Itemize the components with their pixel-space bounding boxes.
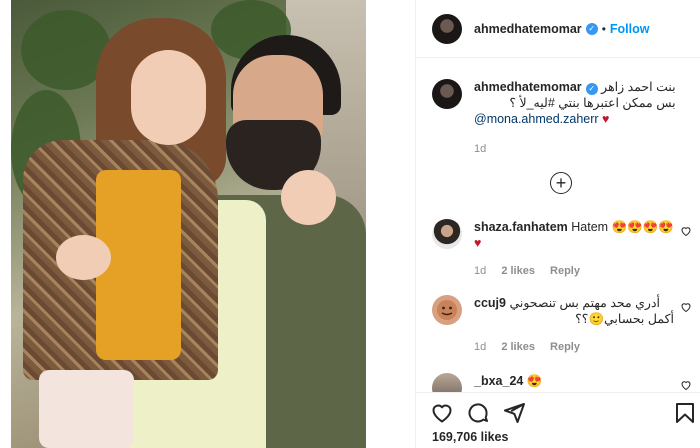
comments-section[interactable]: ahmedhatemomar ✓ بنت احمد زاهر بس ممكن اع… [416,59,700,392]
commenter-avatar[interactable] [432,295,462,325]
girl-face [131,50,206,145]
heart-emoji: ♥ [474,236,482,250]
photo-image [11,0,366,448]
comment-heart-icon[interactable] [680,301,692,316]
comment-emojis: 😍 [526,374,543,388]
comment-item: ccuj9 أدري محد مهتم بس تنصحوني أكمل بحسا… [432,295,692,355]
caption-mention-link[interactable]: @mona.ahmed.zaherr [474,112,599,126]
verified-icon: ✓ [585,83,598,95]
separator-dot: • [601,21,606,36]
caption-avatar[interactable] [432,79,462,109]
comment-item: _bxa_24 😍 [432,373,692,392]
girl-legs [39,370,134,448]
follow-button[interactable]: Follow [610,22,650,36]
comment-time[interactable]: 1d [474,341,486,353]
comment-time[interactable]: 1d [474,265,486,277]
commenter-avatar[interactable] [432,219,462,249]
post-caption: ahmedhatemomar ✓ بنت احمد زاهر بس ممكن اع… [432,79,692,157]
comment-text: Hatem [571,220,609,234]
caption-line-1: بنت احمد زاهر [601,80,676,94]
reply-button[interactable]: Reply [550,265,580,277]
post-photo[interactable] [0,0,415,448]
caption-time[interactable]: 1d [474,143,486,155]
heart-icon[interactable] [430,401,454,425]
author-username[interactable]: ahmedhatemomar [474,22,582,36]
comment-text-line-1: أدري محد مهتم بس تنصحوني [509,296,661,310]
comment-emojis: 😍😍😍😍 [611,220,674,234]
comment-item: shaza.fanhatem Hatem 😍😍😍😍 ♥ 1d 2 likes R… [432,219,692,279]
face-icon [437,300,457,320]
commenter-username[interactable]: shaza.fanhatem [474,220,568,234]
post-header: ahmedhatemomar ✓ • Follow [416,0,700,58]
comment-likes[interactable]: 2 likes [501,265,535,277]
heart-emoji: ♥ [602,112,610,126]
bookmark-icon[interactable] [673,401,697,425]
action-bar: 169,706 likes [416,392,700,448]
comment-text-line-2: أكمل بحسابي🙂؟؟ [575,312,674,326]
plus-circle-icon[interactable]: + [550,172,572,194]
girl-hand-on-shoulder [281,170,336,225]
commenter-avatar[interactable] [432,373,462,392]
comment-likes[interactable]: 2 likes [501,341,535,353]
commenter-username[interactable]: ccuj9 [474,296,506,310]
caption-line-2: بس ممكن اعتبرها بنتي #ليه_لأ ؟ [509,96,676,110]
comment-heart-icon[interactable] [680,225,692,240]
share-icon[interactable] [502,401,526,425]
comment-icon[interactable] [466,401,490,425]
verified-icon: ✓ [585,22,598,35]
reply-button[interactable]: Reply [550,341,580,353]
caption-username[interactable]: ahmedhatemomar [474,80,582,94]
comment-heart-icon[interactable] [680,379,692,392]
likes-count[interactable]: 169,706 likes [432,430,508,444]
author-avatar[interactable] [432,13,462,44]
commenter-username[interactable]: _bxa_24 [474,374,523,388]
post-sidebar: ahmedhatemomar ✓ • Follow ahmedhatemomar… [415,0,700,448]
girl-hand [56,235,111,280]
